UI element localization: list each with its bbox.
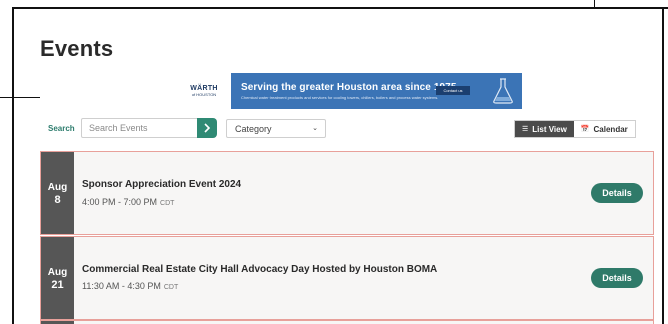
frame-line-mid [0,97,40,98]
banner-contact-button[interactable]: Contact us [436,86,470,95]
flask-icon [493,78,513,104]
details-button[interactable]: Details [591,268,643,288]
banner-body: Serving the greater Houston area since 1… [231,73,522,109]
event-card[interactable]: Aug 8 Sponsor Appreciation Event 2024 4:… [40,151,654,235]
arrow-right-icon [204,123,211,133]
event-timezone: CDT [160,200,175,207]
list-icon: ☰ [522,126,529,133]
event-date-month: Aug [47,267,68,278]
sponsor-banner[interactable]: WÄRTH of HOUSTON Serving the greater Hou… [177,73,522,109]
view-toggle: ☰ List View 📅 Calendar [514,120,636,138]
event-time-range: 11:30 AM - 4:30 PM [82,281,161,291]
chevron-down-icon: ⌄ [312,125,318,132]
calendar-view-label: Calendar [593,124,628,134]
search-button[interactable] [197,118,217,138]
page-title: Events [40,36,114,61]
banner-logo-sub: of HOUSTON [191,92,217,97]
frame-line-right [662,7,664,324]
calendar-icon: 📅 [580,126,590,133]
event-date-day: 21 [51,279,64,291]
banner-logo: WÄRTH of HOUSTON [177,73,231,109]
event-timezone: CDT [163,284,179,291]
calendar-view-button[interactable]: 📅 Calendar [573,121,635,137]
frame-line-right-upper [594,0,595,9]
banner-logo-text: WÄRTH [190,85,218,92]
event-card-partial[interactable] [40,320,654,324]
category-select[interactable]: Category ⌄ [226,119,326,138]
category-select-value: Category [235,123,272,134]
event-date: Aug 21 [41,237,74,319]
banner-subtext: Chemical water treatment products and se… [241,95,439,100]
event-card[interactable]: Aug 21 Commercial Real Estate City Hall … [40,236,654,320]
event-time-range: 4:00 PM - 7:00 PM [82,197,158,207]
search-label: Search [48,124,75,133]
event-title[interactable]: Sponsor Appreciation Event 2024 [82,179,241,190]
list-view-button[interactable]: ☰ List View [515,121,574,137]
event-date-month: Aug [47,182,68,193]
search-input[interactable] [81,118,198,138]
frame-line-top [12,7,668,9]
frame-line-left [12,7,14,324]
details-button[interactable]: Details [591,183,643,203]
event-time: 4:00 PM - 7:00 PM CDT [82,197,174,207]
list-view-label: List View [532,124,567,134]
banner-headline: Serving the greater Houston area since 1… [241,82,457,93]
event-date-day: 8 [54,194,61,206]
event-time: 11:30 AM - 4:30 PM CDT [82,281,178,291]
event-date: Aug 8 [41,152,74,234]
event-title[interactable]: Commercial Real Estate City Hall Advocac… [82,264,437,275]
